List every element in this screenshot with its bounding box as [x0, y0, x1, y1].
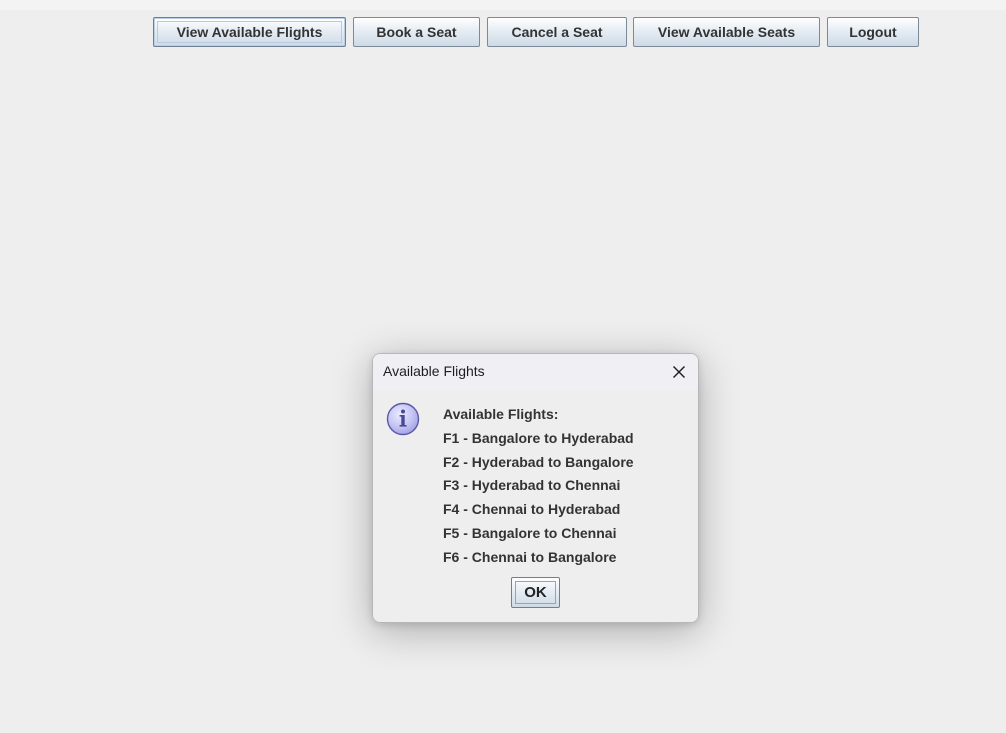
close-button[interactable] — [665, 362, 693, 382]
logout-label: Logout — [849, 24, 897, 40]
view-available-seats-label: View Available Seats — [657, 24, 796, 40]
ok-label: OK — [524, 584, 547, 601]
dialog-title: Available Flights — [383, 363, 485, 379]
close-icon — [673, 366, 685, 378]
flight-line: F1 - Bangalore to Hyderabad — [443, 429, 634, 446]
flight-line: F5 - Bangalore to Chennai — [443, 524, 617, 541]
flight-line: F2 - Hyderabad to Bangalore — [443, 453, 634, 470]
message-block: Available Flights: F1 - Bangalore to Hyd… — [443, 404, 693, 571]
info-icon — [386, 402, 420, 436]
flight-line: F4 - Chennai to Hyderabad — [443, 501, 621, 518]
logout-button[interactable]: Logout — [827, 17, 919, 47]
window-top-strip — [0, 0, 1006, 10]
dialog-titlebar[interactable]: Available Flights — [373, 354, 698, 390]
book-a-seat-label: Book a Seat — [376, 24, 457, 40]
toolbar: View Available Flights Book a Seat Cance… — [0, 17, 1006, 49]
cancel-a-seat-button[interactable]: Cancel a Seat — [487, 17, 627, 47]
app-window: View Available Flights Book a Seat Cance… — [0, 0, 1006, 733]
available-flights-dialog: Available Flights Available Flights: F1 … — [372, 353, 699, 623]
cancel-a-seat-label: Cancel a Seat — [511, 24, 603, 40]
flight-line: F6 - Chennai to Bangalore — [443, 548, 617, 565]
message-heading: Available Flights: — [443, 406, 559, 422]
flight-line: F3 - Hyderabad to Chennai — [443, 477, 621, 494]
view-available-seats-button[interactable]: View Available Seats — [633, 17, 820, 47]
view-available-flights-label: View Available Flights — [176, 24, 323, 40]
book-a-seat-button[interactable]: Book a Seat — [353, 17, 480, 47]
view-available-flights-button[interactable]: View Available Flights — [153, 17, 346, 47]
ok-button[interactable]: OK — [511, 577, 560, 608]
